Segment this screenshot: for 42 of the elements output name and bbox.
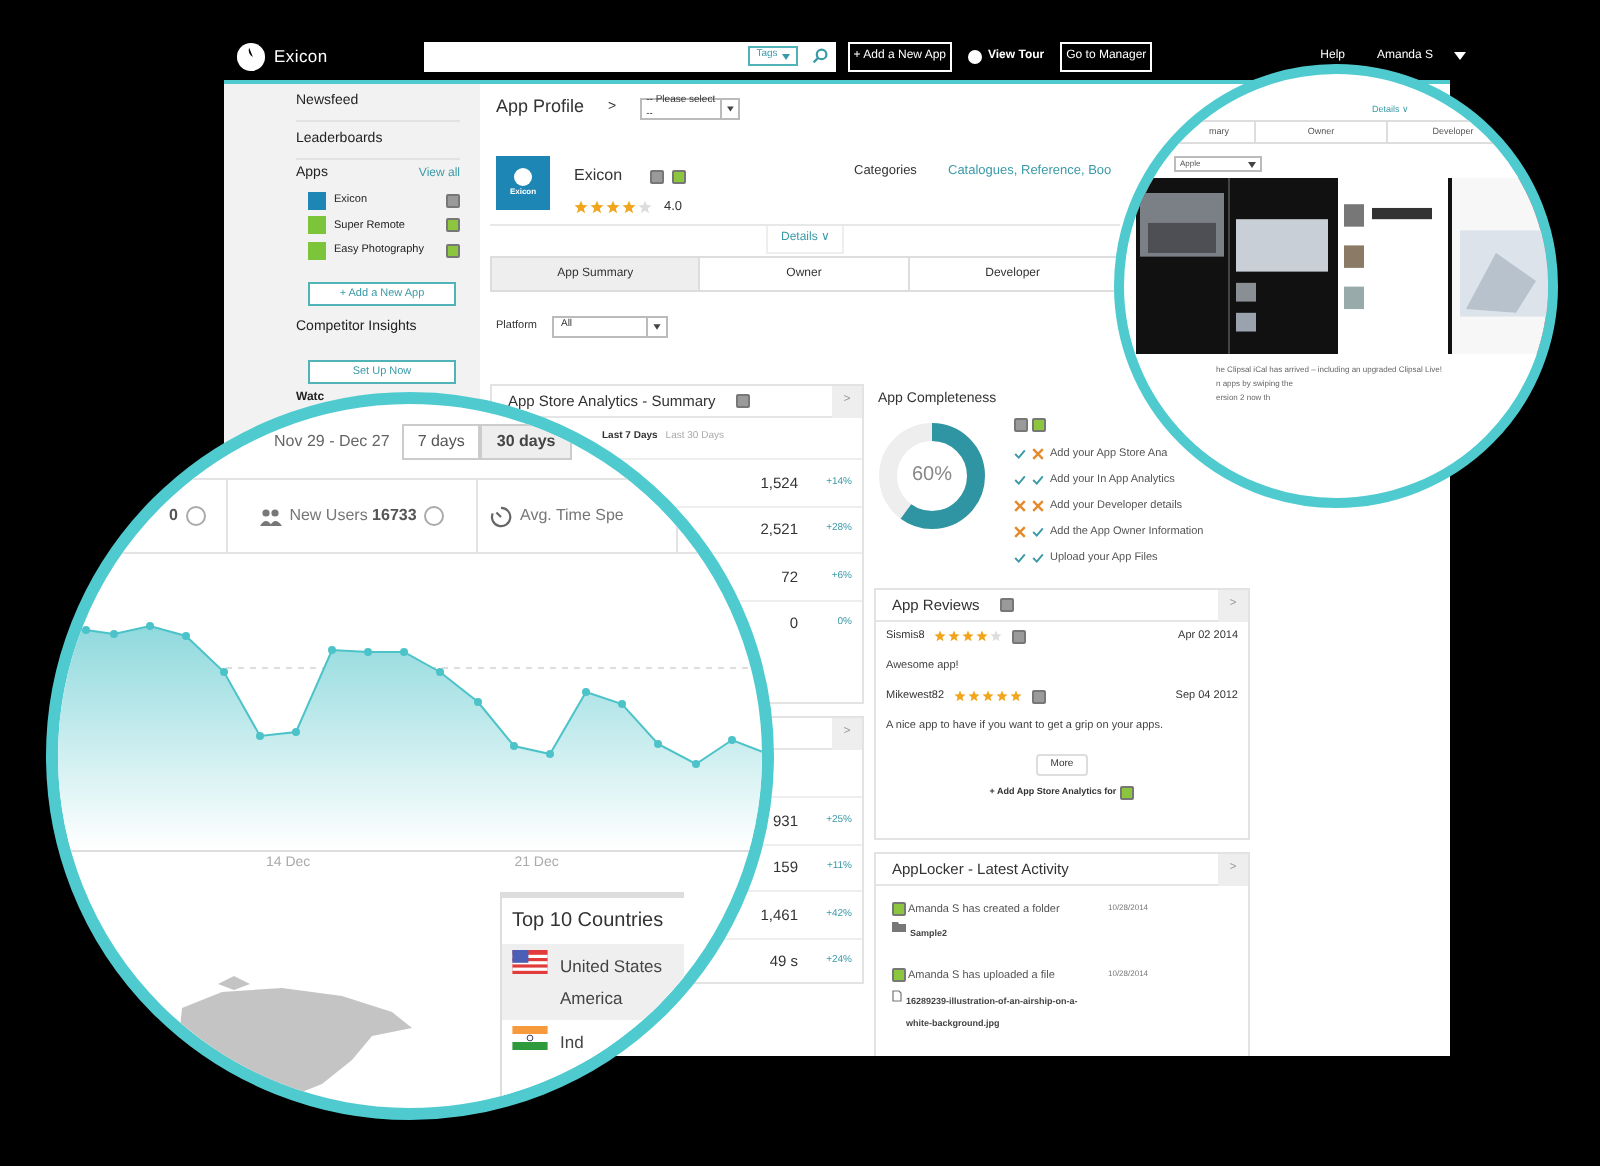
timer-icon bbox=[490, 505, 512, 527]
panel-title: Top 10 Countries bbox=[510, 907, 666, 935]
stat-label: New Users 16733 bbox=[289, 504, 417, 528]
caret-icon bbox=[1453, 52, 1466, 60]
donut-chart bbox=[874, 417, 990, 533]
cross-icon bbox=[1014, 526, 1026, 538]
platform-icon bbox=[1032, 689, 1047, 703]
caret-icon bbox=[1248, 161, 1256, 167]
caret-icon bbox=[781, 53, 790, 59]
cross-icon bbox=[1032, 500, 1044, 512]
logo-icon bbox=[236, 41, 266, 71]
platform-icon bbox=[1012, 629, 1027, 643]
range-button[interactable]: 7 days bbox=[401, 424, 481, 460]
check-icon bbox=[1032, 526, 1044, 538]
caret-icon bbox=[719, 99, 739, 117]
cross-icon bbox=[1014, 500, 1026, 512]
platform-icon bbox=[999, 598, 1014, 612]
stat-label: 0 bbox=[169, 504, 178, 528]
country-name: United States America bbox=[560, 953, 663, 1011]
users-icon bbox=[259, 507, 282, 525]
app-name: Exicon bbox=[574, 164, 623, 188]
country-name: Ind bbox=[560, 1029, 584, 1055]
percent-label: 60% bbox=[912, 463, 953, 487]
search-icon[interactable] bbox=[811, 48, 828, 64]
help-icon[interactable] bbox=[424, 506, 445, 526]
file-icon bbox=[892, 989, 902, 1001]
page-title: App Profile bbox=[496, 94, 585, 121]
logo-text: Exicon bbox=[274, 43, 328, 69]
check-icon bbox=[1014, 448, 1026, 460]
help-icon[interactable] bbox=[186, 506, 206, 526]
stat-label: Avg. Time Spe bbox=[520, 504, 624, 528]
platform-icon bbox=[735, 394, 750, 408]
flag-icon bbox=[512, 1025, 548, 1049]
platform-icon bbox=[1120, 786, 1135, 800]
folder-icon bbox=[892, 922, 906, 933]
flag-icon bbox=[512, 949, 548, 973]
country-row[interactable]: United States America bbox=[502, 943, 684, 1019]
date-range: Nov 29 - Dec 27 bbox=[274, 430, 390, 454]
cross-icon bbox=[1032, 448, 1044, 460]
platform-icon bbox=[892, 902, 906, 916]
range-button[interactable]: 30 days bbox=[480, 424, 572, 460]
platform-icon bbox=[892, 968, 906, 983]
